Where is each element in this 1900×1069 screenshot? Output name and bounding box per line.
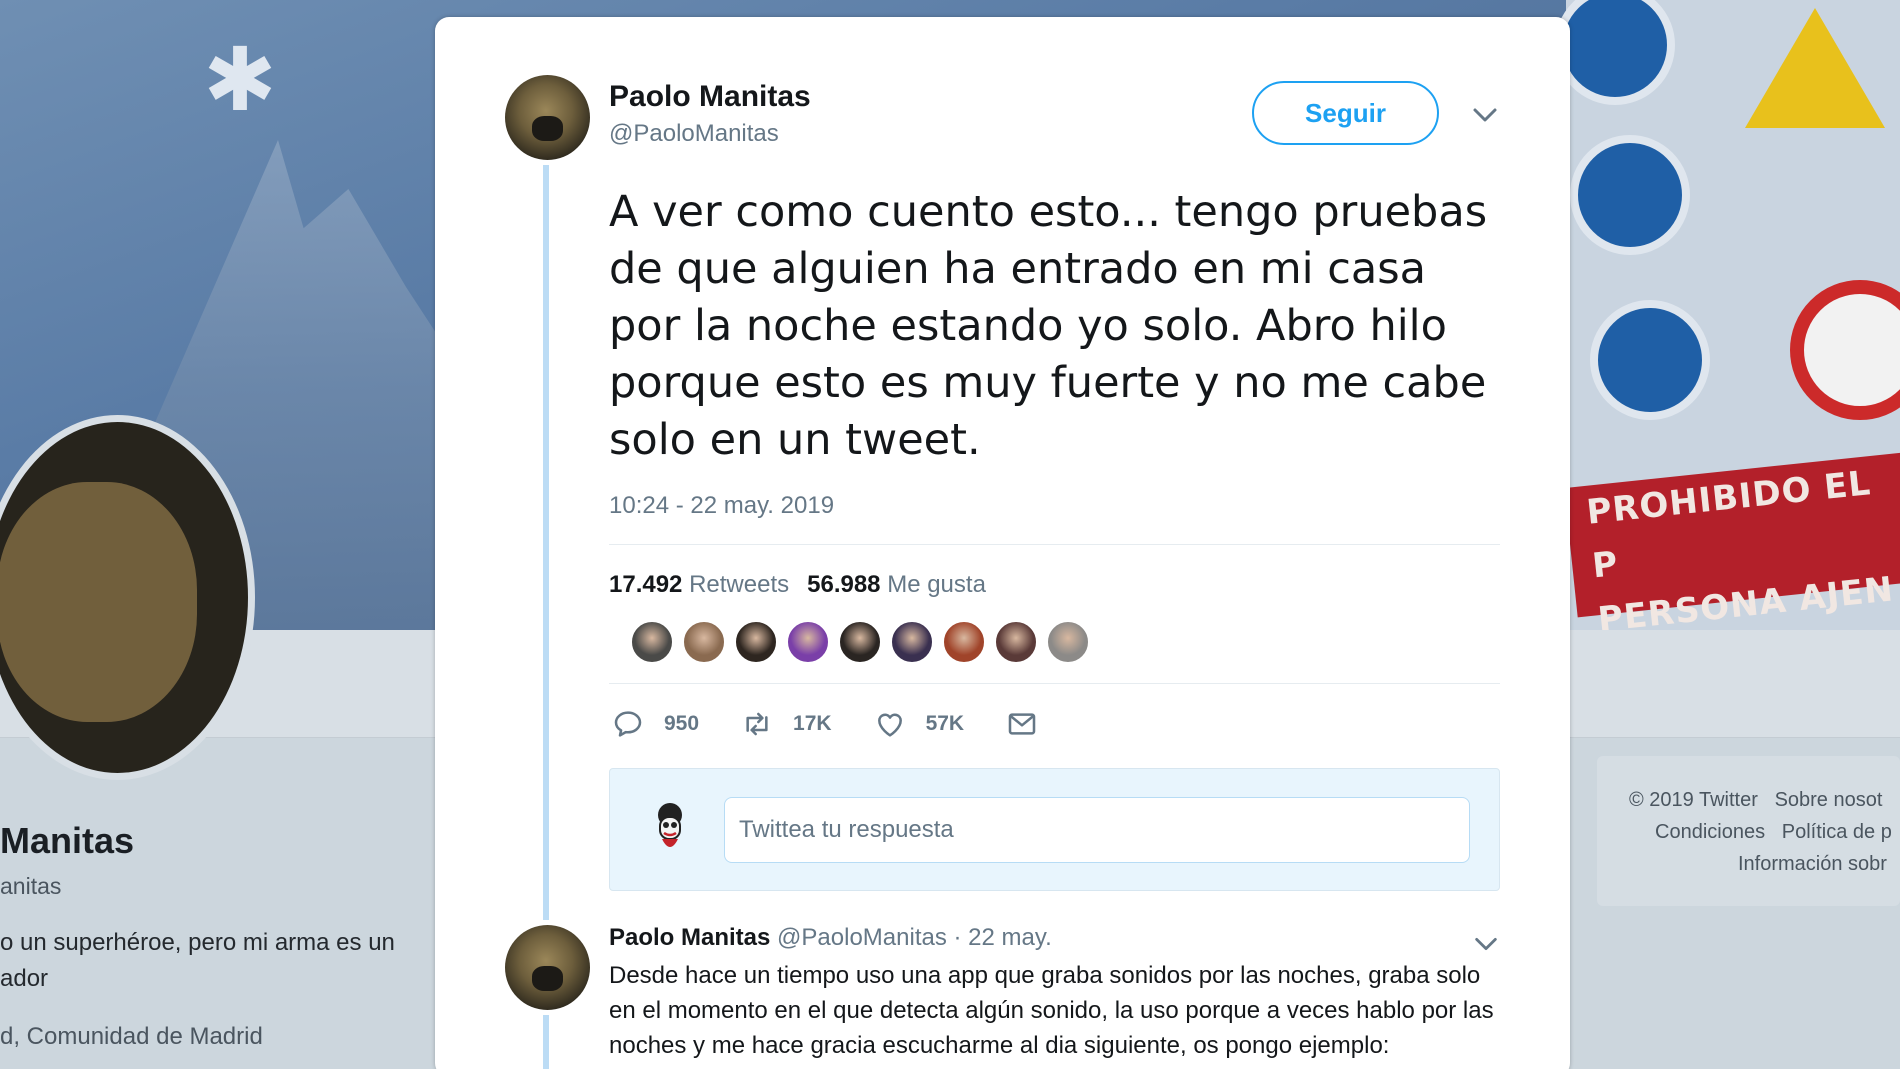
profile-bio: o un superhéroe, pero mi arma es un ador bbox=[0, 925, 420, 997]
tweet-modal bbox=[435, 17, 1570, 1069]
chevron-down-icon[interactable] bbox=[1472, 930, 1500, 958]
reply-composer bbox=[609, 768, 1500, 891]
liker-avatar[interactable] bbox=[838, 620, 882, 664]
retweet-action[interactable]: 17K bbox=[741, 708, 832, 740]
liker-avatar[interactable] bbox=[734, 620, 778, 664]
profile-location: d, Comunidad de Madrid bbox=[0, 1023, 263, 1050]
likes-label: Me gusta bbox=[887, 571, 986, 598]
reply-author-avatar[interactable] bbox=[505, 925, 590, 1010]
footer-links: © 2019 Twitter Sobre nosot Condiciones P… bbox=[1597, 756, 1900, 906]
liker-avatar[interactable] bbox=[942, 620, 986, 664]
sign-goggles-icon bbox=[1590, 300, 1710, 420]
likes-count: 56.988 bbox=[807, 571, 881, 598]
tweet-actions: 950 17K 57K bbox=[612, 708, 1080, 740]
retweets-count: 17.492 bbox=[609, 571, 683, 598]
chevron-down-icon[interactable] bbox=[1470, 100, 1500, 130]
reply-author-name[interactable]: Paolo Manitas bbox=[609, 924, 770, 951]
reply-tweet-header: Paolo Manitas @PaoloManitas · 22 may. bbox=[609, 924, 1052, 952]
liker-avatar[interactable] bbox=[682, 620, 726, 664]
sign-mask-icon bbox=[1570, 135, 1690, 255]
reply-input[interactable] bbox=[724, 797, 1470, 863]
liker-avatar[interactable] bbox=[786, 620, 830, 664]
retweet-icon bbox=[746, 712, 768, 736]
reply-action[interactable]: 950 bbox=[612, 708, 699, 740]
reply-tweet-text: Desde hace un tiempo uso una app que gra… bbox=[609, 962, 1494, 1059]
user-avatar-icon[interactable] bbox=[640, 799, 700, 859]
liker-avatar[interactable] bbox=[1046, 620, 1090, 664]
footer-line-1: © 2019 Twitter Sobre nosot bbox=[1629, 784, 1882, 816]
like-count: 57K bbox=[925, 712, 965, 735]
like-action[interactable]: 57K bbox=[874, 708, 965, 740]
profile-bio-line-1: o un superhéroe, pero mi arma es un bbox=[0, 929, 395, 956]
liker-avatar[interactable] bbox=[890, 620, 934, 664]
retweets-label: Retweets bbox=[689, 571, 790, 598]
envelope-icon bbox=[1008, 713, 1036, 735]
liker-avatar[interactable] bbox=[994, 620, 1038, 664]
footer-about-link[interactable]: Sobre nosot bbox=[1775, 789, 1883, 811]
footer-line-2: Condiciones Política de p bbox=[1655, 816, 1892, 848]
reply-icon bbox=[614, 711, 642, 737]
tweet-timestamp[interactable]: 10:24 - 22 may. 2019 bbox=[609, 492, 834, 520]
retweets-stat[interactable]: 17.492 Retweets bbox=[609, 571, 789, 599]
retweet-count: 17K bbox=[793, 712, 832, 735]
footer-privacy-link[interactable]: Política de p bbox=[1782, 821, 1892, 843]
reply-author-handle[interactable]: @PaoloManitas bbox=[777, 924, 947, 951]
profile-bio-line-2: ador bbox=[0, 965, 49, 992]
thread-line bbox=[543, 165, 549, 920]
author-name[interactable]: Paolo Manitas bbox=[609, 80, 811, 114]
divider bbox=[609, 544, 1500, 545]
follow-button[interactable]: Seguir bbox=[1252, 81, 1439, 145]
tweet-text: A ver como cuento esto... tengo pruebas … bbox=[609, 187, 1488, 465]
profile-handle: anitas bbox=[0, 873, 62, 899]
tweet-stats: 17.492 Retweets 56.988 Me gusta bbox=[609, 571, 986, 599]
liker-avatars bbox=[630, 620, 1090, 664]
reply-date[interactable]: · 22 may. bbox=[954, 924, 1052, 951]
footer-info-link[interactable]: Información sobr bbox=[1738, 848, 1887, 880]
footer-copyright: © 2019 Twitter bbox=[1629, 789, 1758, 811]
banner-star-icon: ✱ bbox=[203, 30, 277, 129]
liker-avatar[interactable] bbox=[630, 620, 674, 664]
footer-terms-link[interactable]: Condiciones bbox=[1655, 821, 1765, 843]
heart-icon bbox=[877, 713, 902, 737]
divider bbox=[609, 683, 1500, 684]
author-avatar[interactable] bbox=[505, 75, 590, 160]
reply-count: 950 bbox=[664, 712, 700, 735]
author-handle[interactable]: @PaoloManitas bbox=[609, 120, 779, 148]
direct-message-action[interactable] bbox=[1006, 708, 1038, 740]
likes-stat[interactable]: 56.988 Me gusta bbox=[807, 571, 986, 599]
thread-line-continued bbox=[543, 1015, 549, 1069]
profile-name: Manitas bbox=[0, 820, 135, 861]
